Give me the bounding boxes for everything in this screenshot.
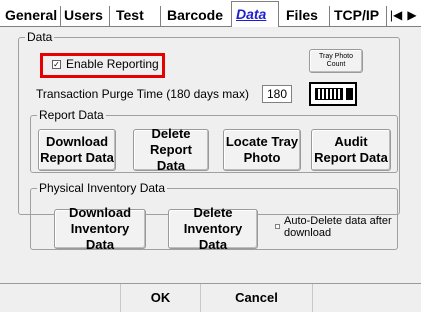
tab-tcpip[interactable]: TCP/IP	[331, 4, 387, 26]
enable-reporting-label: Enable Reporting	[66, 57, 159, 71]
auto-delete-checkbox[interactable]: Auto-Delete data after download	[275, 215, 393, 239]
tab-general[interactable]: General	[5, 4, 61, 26]
delete-inventory-data-button[interactable]: Delete Inventory Data	[168, 205, 258, 252]
purge-time-input[interactable]: 180	[262, 85, 292, 103]
tab-label: Users	[64, 7, 103, 23]
audit-report-data-button[interactable]: Audit Report Data	[311, 129, 391, 171]
tab-strip: General Users Test Barcode Data Files TC…	[0, 0, 421, 27]
scroll-right-icon[interactable]: ▶	[404, 4, 420, 26]
tab-test[interactable]: Test	[111, 4, 161, 26]
tab-label: Test	[116, 7, 144, 23]
keyboard-icon[interactable]	[309, 82, 357, 106]
data-group-legend: Data	[25, 30, 55, 44]
tab-data[interactable]: Data	[231, 1, 279, 27]
ok-button[interactable]: OK	[120, 284, 200, 312]
enable-reporting-checkbox[interactable]: ✓ Enable Reporting	[52, 57, 159, 71]
checkbox-checked-icon: ✓	[52, 59, 61, 69]
tab-label: Barcode	[167, 7, 224, 23]
tray-photo-count-button[interactable]: Tray Photo Count	[309, 49, 363, 73]
footer-spacer-left	[0, 284, 120, 312]
tab-files[interactable]: Files	[282, 4, 330, 26]
report-data-legend: Report Data	[37, 108, 106, 122]
purge-time-label: Transaction Purge Time (180 days max)	[36, 87, 249, 101]
physical-inventory-legend: Physical Inventory Data	[37, 181, 168, 195]
tab-label: General	[5, 7, 58, 23]
download-inventory-data-button[interactable]: Download Inventory Data	[54, 205, 146, 252]
dialog-footer: OK Cancel	[0, 283, 421, 312]
tab-users[interactable]: Users	[62, 4, 110, 26]
tab-scroll-arrows: |◀ ▶	[388, 4, 421, 26]
footer-spacer-right	[312, 284, 421, 312]
tab-label: Files	[286, 7, 318, 23]
data-panel: Data ✓ Enable Reporting Tray Photo Count…	[0, 27, 421, 283]
cancel-button[interactable]: Cancel	[200, 284, 312, 312]
delete-report-data-button[interactable]: Delete Report Data	[133, 126, 209, 173]
auto-delete-label: Auto-Delete data after download	[284, 215, 392, 239]
download-report-data-button[interactable]: Download Report Data	[38, 129, 116, 171]
checkbox-unchecked-icon	[275, 224, 280, 229]
tab-label: Data	[236, 6, 267, 22]
locate-tray-photo-button[interactable]: Locate Tray Photo	[223, 129, 301, 171]
scroll-left-icon[interactable]: |◀	[388, 4, 404, 26]
tab-barcode[interactable]: Barcode	[162, 4, 230, 26]
tab-label: TCP/IP	[334, 7, 380, 23]
